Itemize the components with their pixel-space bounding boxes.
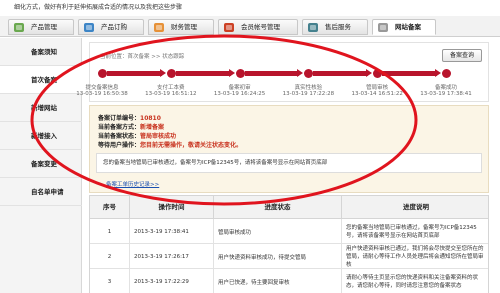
progress-step-label: 备案初审 [228,85,251,91]
progress-step-time: 13-03-19 17:38:41 [420,91,472,97]
progress-step-time: 13-03-19 16:24:25 [213,91,266,97]
sidebar-item-first-filing[interactable]: 首次备案 [0,66,82,94]
cell-no: 1 [90,219,130,244]
account-icon [224,23,234,32]
tab-website-filing[interactable]: 网站备案 [372,19,436,35]
filing-state-label: 当前备案状态： [98,133,141,140]
tab-label: 网站备案 [395,23,421,31]
tab-finance[interactable]: 财务管理 [148,19,214,35]
progress-step-time: 13-03-19 17:22:28 [282,91,335,97]
order-number-row: 备案订单编号：10810 [98,113,161,122]
progress-step-time: 13-03-19 16:50:38 [76,91,128,97]
sidebar-item-whitelist[interactable]: 自名单申请 [0,178,82,206]
cell-time: 2013-3-19 17:22:29 [130,269,214,293]
progress-step-dot [442,69,451,78]
progress-step-dot [166,69,176,78]
table-row: 2 2013-3-19 17:26:17 用户快递资料审核成功，待提交管局 用户快递资… [90,244,488,269]
top-note-text: 细化方式，做好有利于延伸拓展成合适的情况以及我把这些步骤 [14,4,183,11]
progress-step-label: 管局审核 [366,85,389,91]
header-desc: 进度说明 [403,203,429,211]
sidebar-item-filing-notice[interactable]: 备案须知 [0,38,82,66]
progress-step-time: 13-03-19 16:51:12 [145,91,197,97]
progress-arrow [159,69,166,77]
sidebar-item-add-access[interactable]: 新增接入 [0,122,82,150]
progress-step-label: 提交备案信息 [85,85,119,91]
order-number-label: 备案订单编号： [98,115,141,122]
filing-state-row: 当前备案状态：管局审核成功 [98,131,176,140]
order-number-value: 10810 [140,115,161,122]
table-row: 3 2013-3-19 17:22:29 用户已快递，待主要回复审核 请耐心等待主页显… [90,269,488,293]
progress-connector [107,71,162,76]
cell-no: 2 [90,244,130,269]
cell-state: 用户快递资料审核成功，待提交管局 [214,244,342,269]
progress-step-label: 备案成功 [434,85,458,91]
cell-no: 3 [90,269,130,293]
progress-connector [313,71,369,76]
tab-label: 产品管理 [31,23,57,31]
user-action-value: 您目前无需操作，敬请关注状态变化。 [140,142,243,149]
tab-product-order[interactable]: 产品订购 [78,19,144,35]
history-link[interactable]: 备案工单历史记录>> [106,180,159,188]
cell-state: 用户已快递，待主要回复审核 [214,269,342,293]
progress-step-dot [98,69,107,78]
header-time: 操作时间 [130,196,214,219]
main-content: 当前位置：首次备案 >> 状态跟踪 备案查询 提交备案信息 13-03-19 16… [76,38,498,293]
service-icon [308,23,318,32]
finance-icon [154,23,164,32]
cell-time: 2013-3-19 17:38:41 [130,219,214,244]
product-icon [14,23,24,32]
sidebar-item-add-website[interactable]: 新增网站 [0,94,82,122]
header-no: 序号 [90,196,130,219]
history-table: 序号 操作时间 进度状态 进度说明 1 2013-3-19 17:38:41 管局审… [89,195,489,293]
top-tab-bar: 产品管理 产品订购 财务管理 会员帐号管理 售后服务 网站备案 [0,16,500,37]
progress-arrow [228,69,235,77]
progress-arrow [435,69,441,77]
cell-desc: 您的备案当地管局已审核通过，备案号为ICP备12345号，请将该备案号显示在网站… [346,224,477,239]
progress-step-dot [304,69,314,78]
user-action-label: 等待用户操作： [98,142,141,149]
cell-time: 2013-3-19 17:26:17 [130,244,214,269]
progress-connector [382,71,437,76]
progress-panel: 当前位置：首次备案 >> 状态跟踪 备案查询 提交备案信息 13-03-19 16… [76,42,489,102]
progress-step-time: 13-03-14 16:51:22 [351,91,403,97]
cell-desc: 请耐心等待主页显示您的快递资料和关注备案资料的状态，请您耐心等待，同时请您注意您… [346,274,479,289]
progress-arrow [297,69,304,77]
tab-label: 会员帐号管理 [241,23,280,31]
tab-product-management[interactable]: 产品管理 [8,19,74,35]
progress-connector [244,71,300,76]
breadcrumb: 当前位置：首次备案 >> 状态跟踪 [100,54,185,60]
cell-desc: 用户快递资料审核已通过，我们将会尽快提交至您所在的管局，请耐心等待工作人员处理后… [346,245,484,268]
table-row: 1 2013-3-19 17:38:41 管局审核成功 您的备案当地管局已审核通过，备… [90,219,488,244]
progress-step-label: 真实性核验 [294,85,323,91]
tab-after-sales[interactable]: 售后服务 [302,19,368,35]
progress-step-dot [373,69,383,78]
progress-connector [175,71,231,76]
cell-state: 管局审核成功 [214,219,342,244]
progress-arrow [366,69,373,77]
filing-type-value: 新增备案 [140,124,165,131]
user-action-row: 等待用户操作：您目前无需操作，敬请关注状态变化。 [98,140,242,149]
progress-step-dot [235,69,245,78]
filing-type-label: 当前备案方式： [98,124,141,131]
tab-label: 财务管理 [171,23,197,31]
filing-type-row: 当前备案方式：新增备案 [98,122,164,131]
sidebar: 备案须知 首次备案 新增网站 新增接入 备案变更 自名单申请 [0,38,82,293]
table-header: 序号 操作时间 进度状态 进度说明 [90,196,488,219]
status-box: 备案订单编号：10810 当前备案方式：新增备案 当前备案状态：管局审核成功 等… [89,105,489,193]
filing-notice: 您的备案当地管局已审核通过，备案号为ICP备12345号，请将该备案号显示在网站… [96,153,482,173]
tab-label: 产品订购 [101,23,127,31]
progress-steps [98,68,488,79]
filing-query-button[interactable]: 备案查询 [442,49,482,62]
tab-account[interactable]: 会员帐号管理 [218,19,298,35]
header-state: 进度状态 [214,196,342,219]
tab-label: 售后服务 [325,23,351,31]
sidebar-item-filing-change[interactable]: 备案变更 [0,150,82,178]
progress-step-label: 支付工本费 [157,85,185,91]
filing-icon [378,23,388,32]
filing-state-value: 管局审核成功 [140,133,177,140]
cart-icon [84,23,94,32]
